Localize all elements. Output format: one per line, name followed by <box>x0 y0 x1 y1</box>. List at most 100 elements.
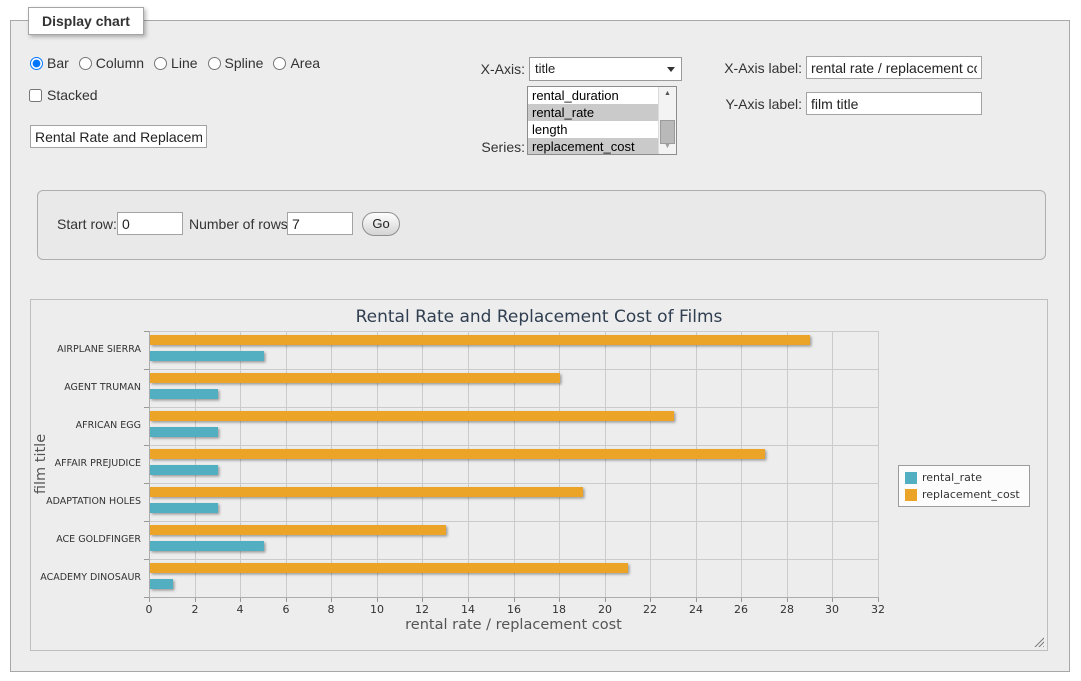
x-axis-line <box>149 597 879 598</box>
chart-type-radio-line[interactable] <box>154 57 167 70</box>
chart-type-radio-area[interactable] <box>273 57 286 70</box>
series-option-length[interactable]: length <box>528 121 658 138</box>
category-label: AFRICAN EGG <box>31 420 141 432</box>
gridline-horizontal <box>149 331 878 332</box>
chart-type-group: Bar Column Line Spline Area <box>30 55 330 71</box>
x-tick-label: 8 <box>316 603 346 616</box>
bar-replacement_cost[interactable] <box>150 373 560 383</box>
x-axis-title: rental rate / replacement cost <box>149 617 878 633</box>
legend-swatch <box>905 489 917 501</box>
x-axis-select-value: title <box>535 61 555 76</box>
chevron-down-icon <box>667 67 675 72</box>
y-axis-label-caption: Y-Axis label: <box>708 96 802 112</box>
gridline-vertical <box>331 331 332 597</box>
legend-label: replacement_cost <box>922 488 1020 501</box>
bar-rental_rate[interactable] <box>150 541 264 551</box>
stacked-option[interactable]: Stacked <box>29 87 98 103</box>
series-option-rental_rate[interactable]: rental_rate <box>528 104 658 121</box>
gridline-horizontal <box>149 559 878 560</box>
go-button-label: Go <box>372 216 389 231</box>
chart-type-column[interactable]: Column <box>79 55 144 71</box>
bar-replacement_cost[interactable] <box>150 525 446 535</box>
chart-type-radio-spline[interactable] <box>208 57 221 70</box>
series-listbox-scrollbar[interactable]: ▲ ▼ <box>658 87 676 154</box>
bar-replacement_cost[interactable] <box>150 487 583 497</box>
gridline-vertical <box>514 331 515 597</box>
fieldset-legend-text: Display chart <box>42 13 130 29</box>
legend-swatch <box>905 472 917 484</box>
gridline-vertical <box>650 331 651 597</box>
chart-type-label-column: Column <box>96 55 144 71</box>
legend-item-replacement_cost[interactable]: replacement_cost <box>905 488 1020 501</box>
gridline-vertical <box>422 331 423 597</box>
scroll-up-icon[interactable]: ▲ <box>659 87 676 101</box>
bar-replacement_cost[interactable] <box>150 335 810 345</box>
stacked-checkbox[interactable] <box>29 89 42 102</box>
series-option-replacement_cost[interactable]: replacement_cost <box>528 138 658 154</box>
gridline-vertical <box>605 331 606 597</box>
bar-replacement_cost[interactable] <box>150 411 674 421</box>
bar-rental_rate[interactable] <box>150 503 218 513</box>
x-tick-label: 20 <box>590 603 620 616</box>
x-tick-label: 22 <box>635 603 665 616</box>
chart-title-input[interactable] <box>30 125 207 148</box>
chart-type-radio-column[interactable] <box>79 57 92 70</box>
x-tick-label: 6 <box>271 603 301 616</box>
x-tick-label: 26 <box>726 603 756 616</box>
x-tick-label: 24 <box>681 603 711 616</box>
chart-type-bar[interactable]: Bar <box>30 55 69 71</box>
gridline-vertical <box>832 331 833 597</box>
start-row-label: Start row: <box>57 216 117 232</box>
series-listbox[interactable]: rental_durationrental_ratelengthreplacem… <box>527 86 677 155</box>
x-axis-select[interactable]: title <box>529 57 682 81</box>
page: Display chart Bar Column Line Spline Area St… <box>0 0 1081 681</box>
chart-type-label-line: Line <box>171 55 197 71</box>
category-label: AIRPLANE SIERRA <box>31 344 141 356</box>
gridline-vertical <box>286 331 287 597</box>
chart-type-radio-bar[interactable] <box>30 57 43 70</box>
x-tick-label: 14 <box>453 603 483 616</box>
gridline-horizontal <box>149 369 878 370</box>
x-tick-label: 4 <box>225 603 255 616</box>
gridline-vertical <box>696 331 697 597</box>
x-axis-label-caption: X-Axis label: <box>708 60 802 76</box>
legend-item-rental_rate[interactable]: rental_rate <box>905 471 1020 484</box>
y-axis-label-input[interactable] <box>806 92 982 115</box>
chart-type-label-bar: Bar <box>47 55 69 71</box>
resize-handle-icon[interactable] <box>1033 636 1044 647</box>
bar-replacement_cost[interactable] <box>150 449 765 459</box>
x-tick-label: 0 <box>134 603 164 616</box>
chart-type-area[interactable]: Area <box>273 55 320 71</box>
x-axis-label-input[interactable] <box>806 56 982 79</box>
gridline-vertical <box>195 331 196 597</box>
chart-type-label-spline: Spline <box>225 55 264 71</box>
bar-replacement_cost[interactable] <box>150 563 628 573</box>
x-tick-label: 18 <box>544 603 574 616</box>
category-label: ACE GOLDFINGER <box>31 534 141 546</box>
gridline-horizontal <box>149 407 878 408</box>
gridline-vertical <box>240 331 241 597</box>
x-tick-label: 10 <box>362 603 392 616</box>
bar-rental_rate[interactable] <box>150 579 173 589</box>
chart-legend: rental_rate replacement_cost <box>898 465 1030 507</box>
bar-rental_rate[interactable] <box>150 465 218 475</box>
bar-rental_rate[interactable] <box>150 389 218 399</box>
gridline-vertical <box>377 331 378 597</box>
legend-label: rental_rate <box>922 471 982 484</box>
gridline-horizontal <box>149 521 878 522</box>
x-axis-select-label: X-Axis: <box>463 61 525 77</box>
chart-area: Rental Rate and Replacement Cost of Film… <box>30 299 1048 651</box>
x-tick-label: 28 <box>772 603 802 616</box>
gridline-vertical <box>559 331 560 597</box>
chart-type-line[interactable]: Line <box>154 55 197 71</box>
x-tick-label: 30 <box>817 603 847 616</box>
bar-rental_rate[interactable] <box>150 427 218 437</box>
x-tick-label: 32 <box>863 603 893 616</box>
scroll-down-icon[interactable]: ▼ <box>659 140 676 154</box>
start-row-input[interactable] <box>117 212 183 235</box>
bar-rental_rate[interactable] <box>150 351 264 361</box>
series-option-rental_duration[interactable]: rental_duration <box>528 87 658 104</box>
num-rows-input[interactable] <box>287 212 353 235</box>
chart-type-spline[interactable]: Spline <box>208 55 264 71</box>
go-button[interactable]: Go <box>362 212 400 236</box>
